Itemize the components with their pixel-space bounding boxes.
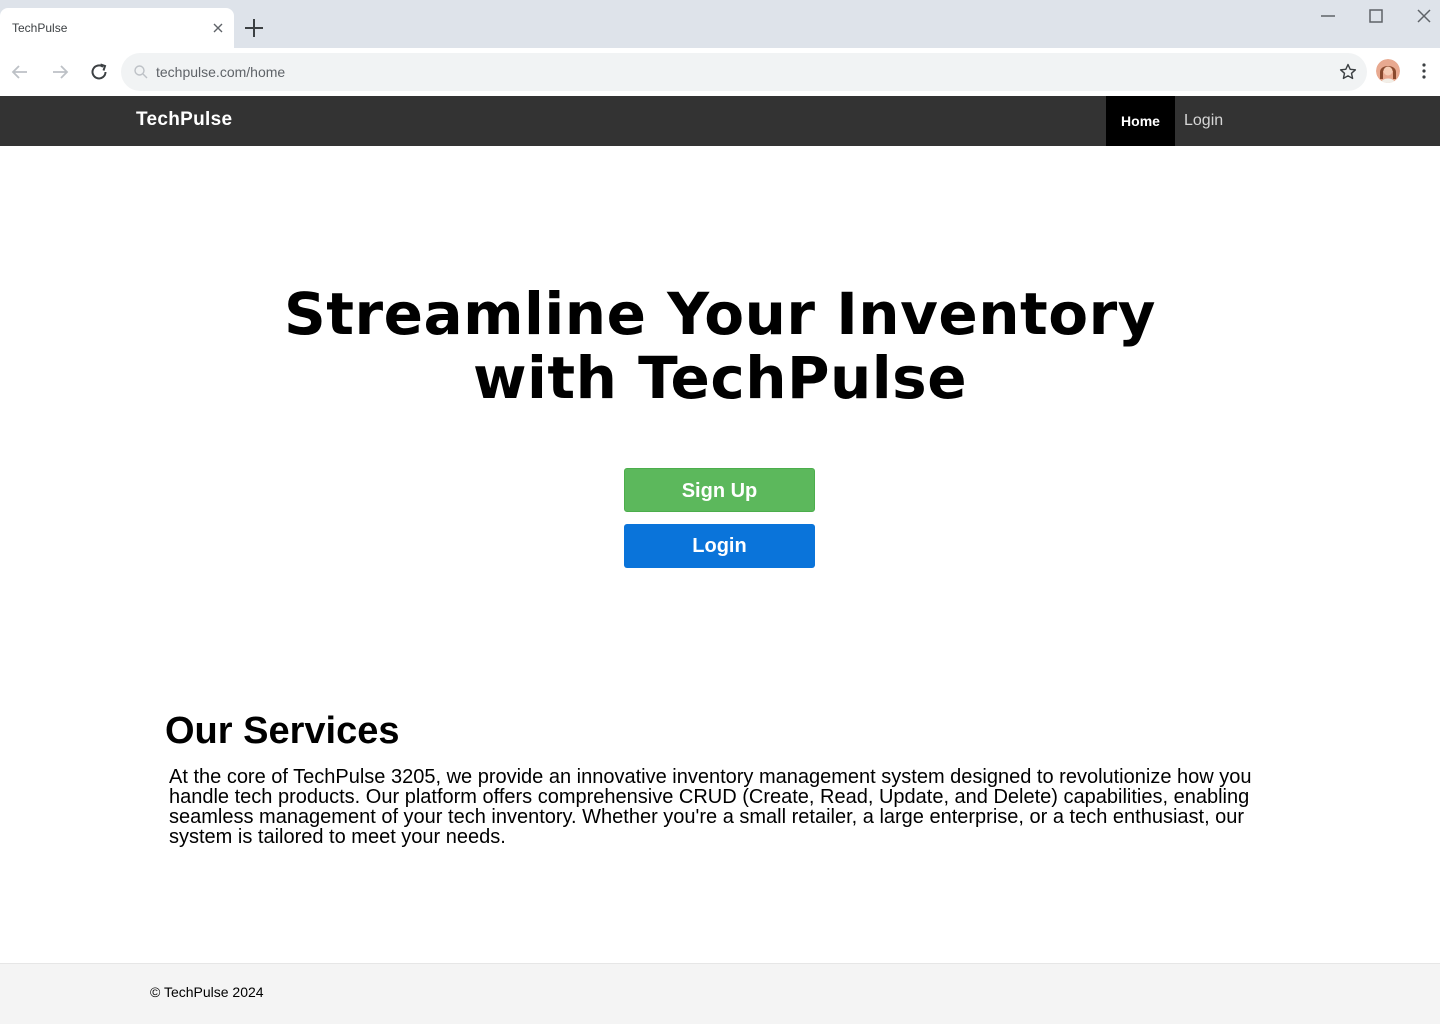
- close-icon[interactable]: [210, 20, 226, 36]
- services-description: At the core of TechPulse 3205, we provid…: [169, 766, 1252, 848]
- browser-toolbar: techpulse.com/home: [0, 48, 1440, 96]
- profile-avatar[interactable]: [1376, 59, 1400, 83]
- maximize-icon[interactable]: [1364, 4, 1388, 28]
- avatar-icon: [1376, 59, 1400, 83]
- hero-title-line-2: with TechPulse: [472, 344, 968, 412]
- address-bar[interactable]: techpulse.com/home: [121, 53, 1367, 91]
- brand-logo[interactable]: TechPulse: [136, 109, 232, 131]
- nav-item-home[interactable]: Home: [1106, 96, 1175, 146]
- arrow-right-icon[interactable]: [48, 60, 72, 84]
- minimize-icon[interactable]: [1316, 4, 1340, 28]
- arrow-left-icon[interactable]: [8, 60, 32, 84]
- sign-up-button[interactable]: Sign Up: [624, 468, 815, 512]
- address-url: techpulse.com/home: [156, 64, 286, 80]
- plus-icon[interactable]: [242, 16, 266, 40]
- browser-tab[interactable]: TechPulse: [0, 8, 234, 48]
- star-icon[interactable]: [1338, 62, 1358, 82]
- site-navbar: TechPulse Home Login: [0, 96, 1440, 146]
- kebab-icon[interactable]: [1414, 61, 1434, 81]
- footer: © TechPulse 2024: [0, 963, 1440, 1024]
- hero-title: Streamline Your Inventory with TechPulse: [220, 282, 1220, 410]
- services-title: Our Services: [165, 710, 400, 752]
- tab-title: TechPulse: [12, 21, 68, 35]
- nav-item-login[interactable]: Login: [1184, 96, 1223, 146]
- hero-title-line-1: Streamline Your Inventory: [284, 280, 1156, 348]
- reload-icon[interactable]: [87, 60, 111, 84]
- browser-tabstrip: TechPulse: [0, 0, 1440, 48]
- login-button[interactable]: Login: [624, 524, 815, 568]
- close-window-icon[interactable]: [1412, 4, 1436, 28]
- footer-copyright: © TechPulse 2024: [150, 984, 264, 1000]
- search-icon: [134, 65, 148, 79]
